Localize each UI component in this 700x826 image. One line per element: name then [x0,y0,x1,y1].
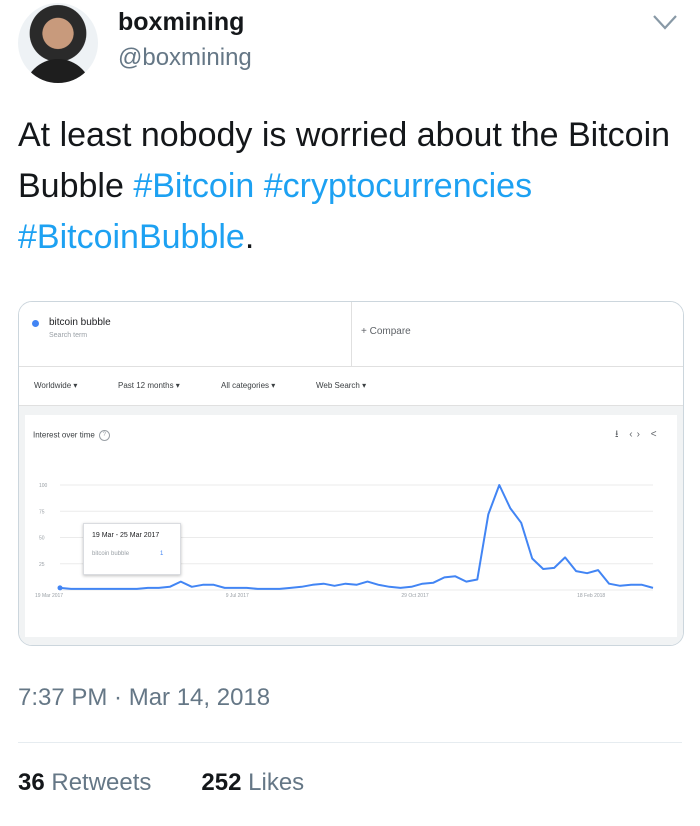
likes-label[interactable]: Likes [248,769,304,796]
chevron-down-icon[interactable] [650,10,680,34]
interest-over-time-panel: Interest over time? ⭳ ‹› < 100 75 50 25 19 M… [25,415,677,637]
display-name[interactable]: boxmining [118,8,244,37]
retweets-count[interactable]: 36 [18,769,45,796]
tooltip-term: bitcoin bubble [92,551,130,557]
filter-time: Past 12 months ▾ [118,381,180,390]
series-color-dot [32,320,39,327]
x-tick-label: 29 Oct 2017 [401,593,428,599]
retweets-label[interactable]: Retweets [51,769,151,796]
divider [18,742,682,743]
chart-tooltip: 19 Mar - 25 Mar 2017 bitcoin bubble 1 [83,523,181,575]
y-tick-label: 75 [39,509,45,515]
tweet-text-end: . [244,218,255,256]
data-point [57,585,63,591]
search-term-header: bitcoin bubble Search term + Compare [19,302,683,367]
filter-category: All categories ▾ [221,381,276,390]
tooltip-value: 1 [160,551,164,557]
avatar[interactable] [18,3,98,83]
search-term-label: bitcoin bubble [49,317,111,328]
tweet-timestamp[interactable]: 7:37 PM · Mar 14, 2018 [18,684,270,712]
tweet-text: At least nobody is worried about the Bit… [18,110,678,263]
filter-region: Worldwide ▾ [34,381,78,390]
attached-image-card[interactable]: bitcoin bubble Search term + Compare Wor… [18,301,684,646]
y-tick-label: 100 [39,483,48,489]
search-term-sublabel: Search term [49,332,88,339]
user-handle[interactable]: @boxmining [118,44,252,72]
x-tick-label: 18 Feb 2018 [577,593,605,599]
tooltip-date: 19 Mar - 25 Mar 2017 [92,532,160,539]
filter-search-type: Web Search ▾ [316,381,367,390]
hashtag-link[interactable]: #BitcoinBubble [18,218,245,256]
x-tick-label: 9 Jul 2017 [226,593,249,599]
x-tick-label: 19 Mar 2017 [35,593,63,599]
hashtag-link[interactable]: #Bitcoin [133,167,254,205]
y-tick-label: 25 [39,562,45,568]
compare-button: + Compare [361,326,411,337]
y-tick-label: 50 [39,536,45,542]
tweet-stats: 36 Retweets 252 Likes [18,769,304,797]
hashtag-link[interactable]: #cryptocurrencies [264,167,532,205]
likes-count[interactable]: 252 [201,769,241,796]
filter-bar: Worldwide ▾ Past 12 months ▾ All categor… [19,367,683,406]
